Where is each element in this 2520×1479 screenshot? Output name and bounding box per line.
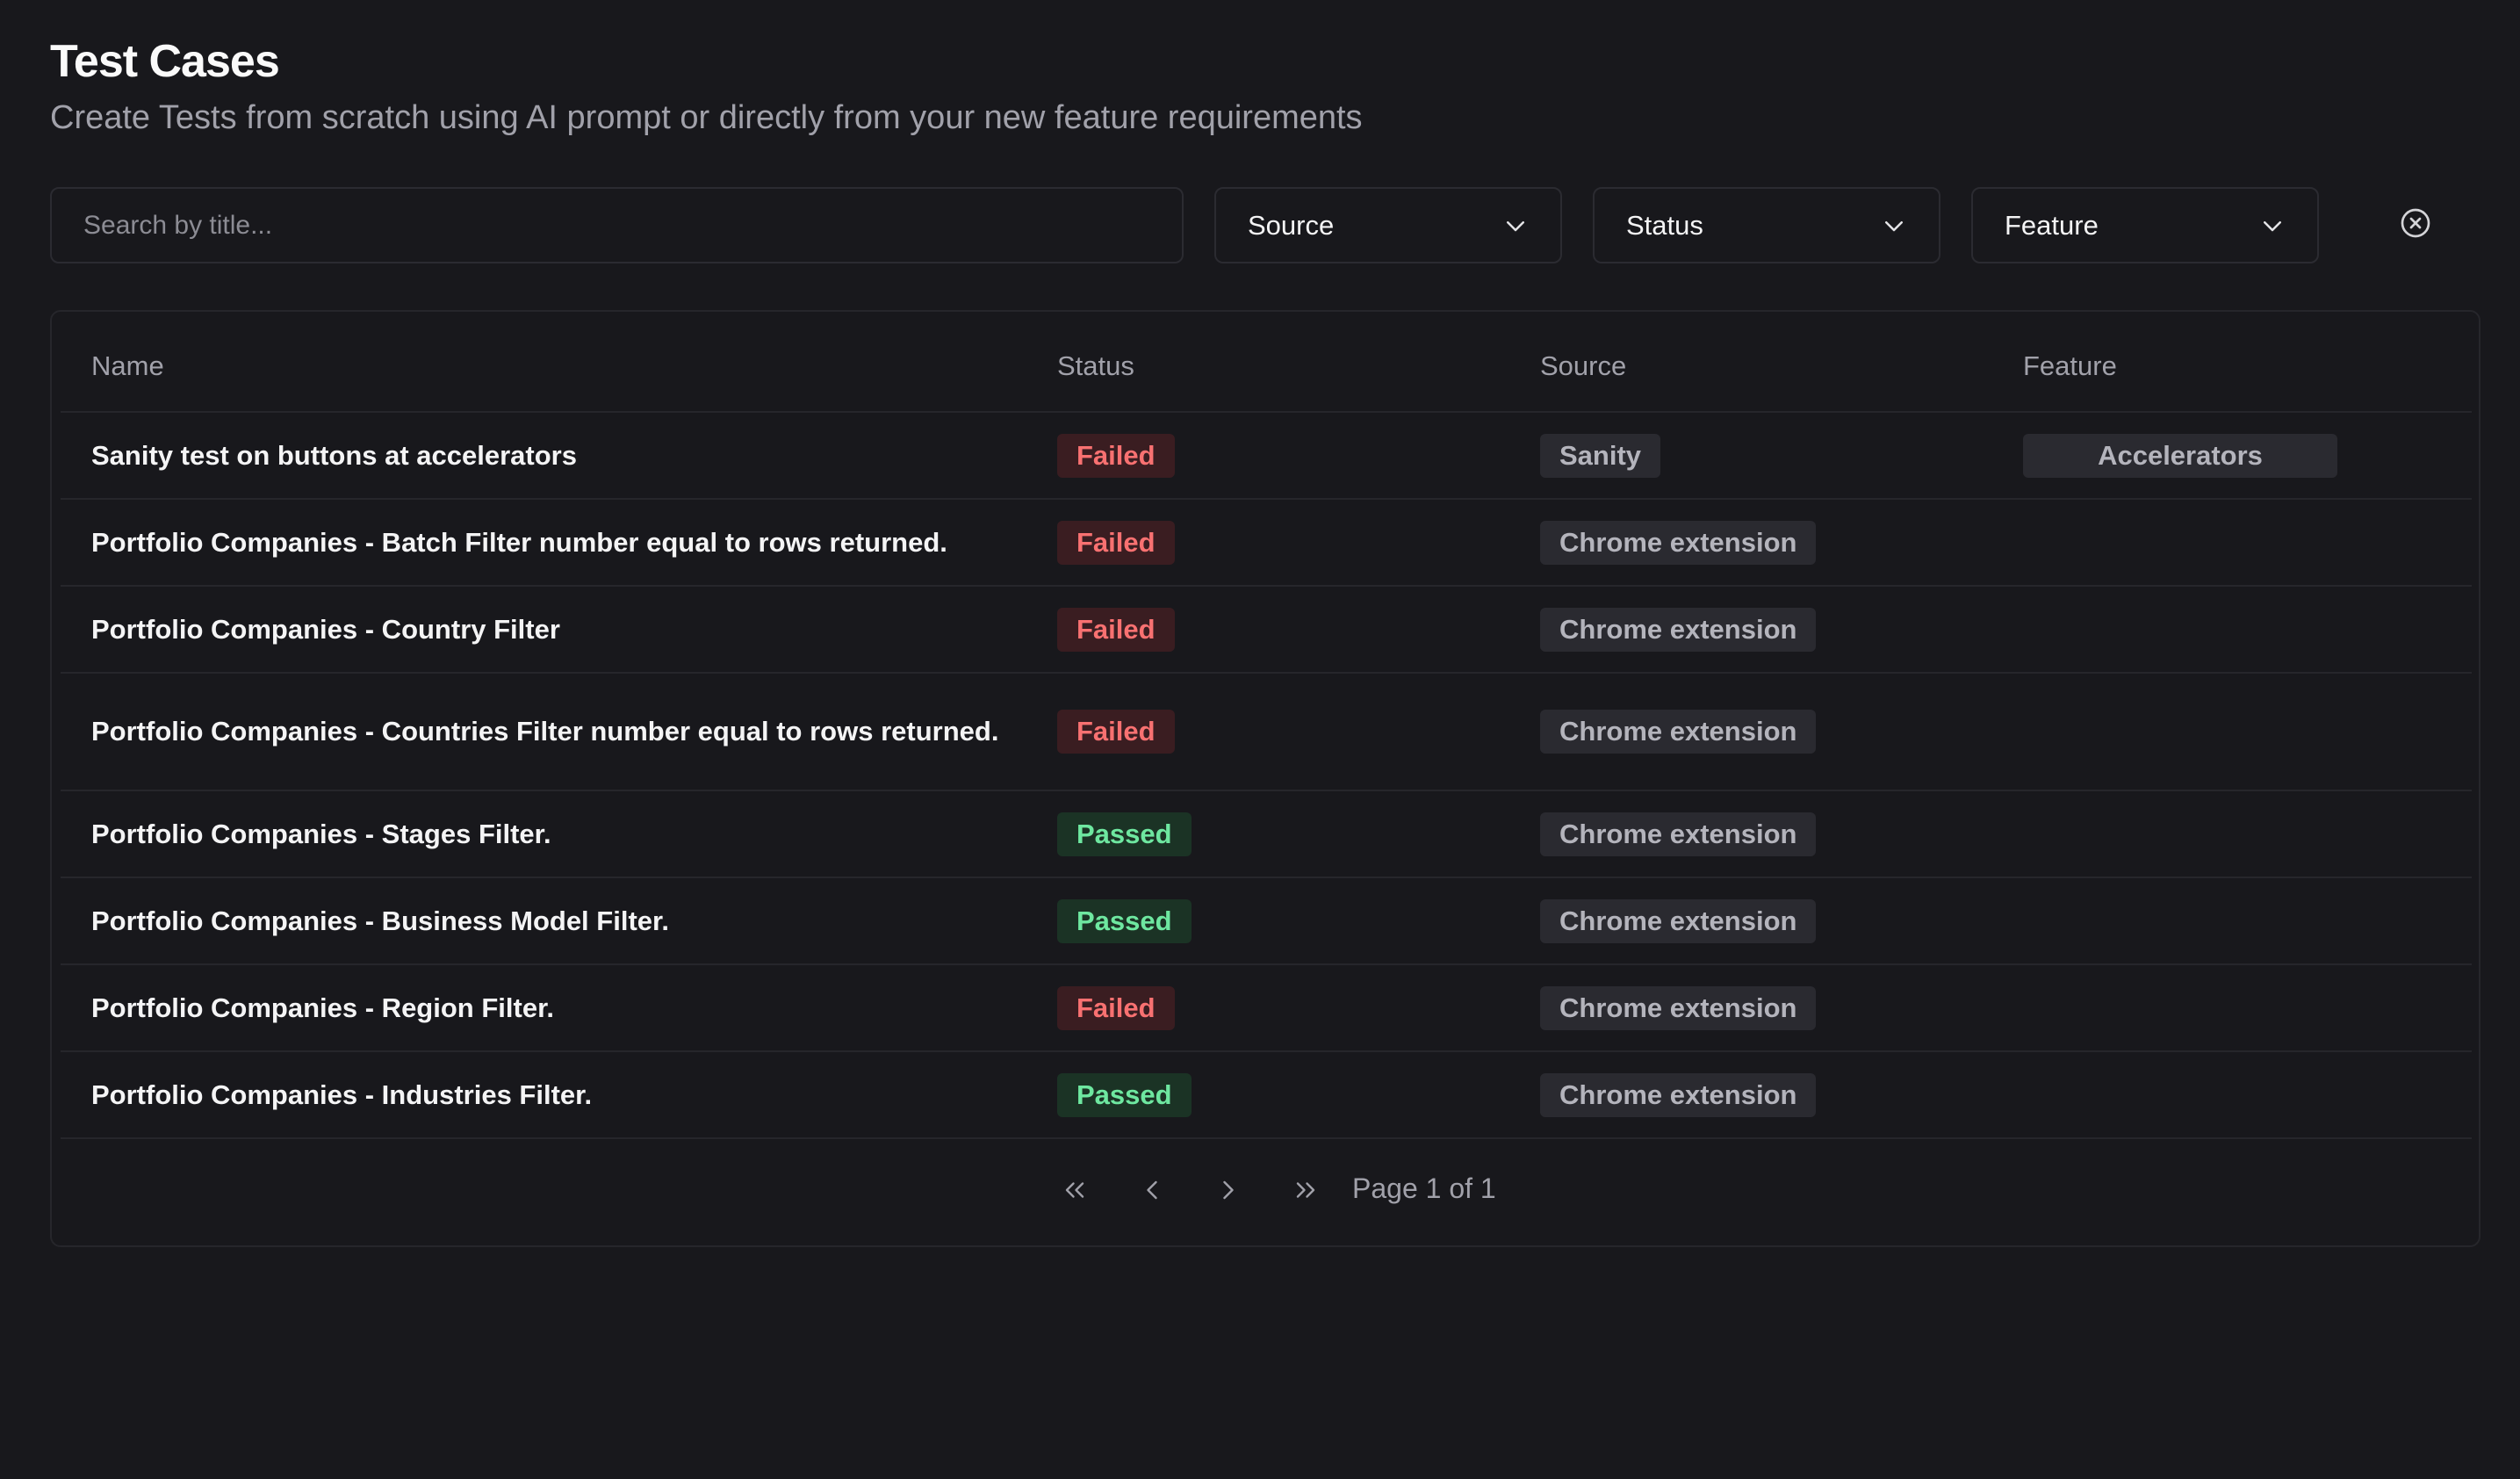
clear-filters-button[interactable] [2395, 203, 2436, 243]
test-cases-page: Test Cases Create Tests from scratch usi… [0, 0, 2520, 1479]
page-info: Page 1 of 1 [1352, 1172, 1496, 1204]
chevron-down-icon [2264, 220, 2281, 231]
chevrons-right-icon [1296, 1182, 1315, 1198]
status-badge: Failed [1057, 985, 1175, 1030]
source-filter-label: Source [1248, 209, 1335, 241]
table-row[interactable]: Portfolio Companies - Stages Filter. Pas… [61, 791, 2472, 878]
test-name: Portfolio Companies - Region Filter. [91, 992, 555, 1023]
column-header-status[interactable]: Status [1057, 350, 1134, 382]
last-page-button[interactable] [1286, 1171, 1325, 1209]
source-badge: Chrome extension [1540, 812, 1817, 856]
status-badge: Failed [1057, 520, 1175, 565]
test-cases-table: Name Status Source Feature Sanity test o… [50, 310, 2480, 1247]
source-badge: Chrome extension [1540, 520, 1817, 565]
table-row[interactable]: Portfolio Companies - Business Model Fil… [61, 878, 2472, 965]
test-name: Sanity test on buttons at accelerators [91, 439, 577, 471]
chevron-right-icon [1223, 1180, 1234, 1200]
status-badge: Failed [1057, 433, 1175, 478]
column-header-name[interactable]: Name [91, 350, 164, 382]
chevrons-left-icon [1065, 1182, 1084, 1198]
status-badge: Passed [1057, 898, 1192, 943]
source-badge: Chrome extension [1540, 607, 1817, 652]
feature-filter-label: Feature [2005, 209, 2099, 241]
status-filter-select[interactable]: Status [1593, 187, 1940, 263]
chevron-left-icon [1147, 1180, 1157, 1200]
feature-filter-select[interactable]: Feature [1971, 187, 2319, 263]
table-row[interactable]: Sanity test on buttons at accelerators F… [61, 413, 2472, 500]
source-badge: Chrome extension [1540, 1072, 1817, 1117]
test-name: Portfolio Companies - Business Model Fil… [91, 905, 669, 936]
first-page-button[interactable] [1055, 1171, 1094, 1209]
status-badge: Passed [1057, 1072, 1192, 1117]
status-badge: Failed [1057, 710, 1175, 754]
table-row[interactable]: Portfolio Companies - Batch Filter numbe… [61, 500, 2472, 587]
test-name: Portfolio Companies - Industries Filter. [91, 1079, 593, 1110]
next-page-button[interactable] [1209, 1171, 1248, 1209]
pagination: Page 1 of 1 [52, 1155, 2479, 1225]
search-input[interactable] [50, 187, 1184, 263]
feature-badge: Accelerators [2023, 433, 2337, 478]
column-header-source[interactable]: Source [1540, 350, 1626, 382]
previous-page-button[interactable] [1133, 1171, 1171, 1209]
test-name: Portfolio Companies - Countries Filter n… [91, 716, 999, 747]
table-row[interactable]: Portfolio Companies - Industries Filter.… [61, 1052, 2472, 1139]
table-row[interactable]: Portfolio Companies - Country Filter Fai… [61, 587, 2472, 674]
table-row[interactable]: Portfolio Companies - Region Filter. Fai… [61, 965, 2472, 1052]
chevron-down-icon [1507, 220, 1524, 231]
source-badge: Sanity [1540, 433, 1661, 478]
column-header-feature[interactable]: Feature [2023, 350, 2117, 382]
test-name: Portfolio Companies - Batch Filter numbe… [91, 526, 947, 558]
table-header: Name Status Source Feature [61, 312, 2472, 413]
table-row[interactable]: Portfolio Companies - Countries Filter n… [61, 674, 2472, 791]
page-title: Test Cases [50, 36, 280, 87]
chevron-down-icon [1885, 220, 1903, 231]
test-name: Portfolio Companies - Stages Filter. [91, 818, 551, 849]
page-subtitle: Create Tests from scratch using AI promp… [50, 99, 1363, 136]
source-badge: Chrome extension [1540, 898, 1817, 943]
source-badge: Chrome extension [1540, 985, 1817, 1030]
source-badge: Chrome extension [1540, 710, 1817, 754]
test-name: Portfolio Companies - Country Filter [91, 613, 560, 645]
source-filter-select[interactable]: Source [1214, 187, 1562, 263]
status-badge: Passed [1057, 812, 1192, 856]
circle-x-icon [2401, 208, 2430, 238]
status-filter-label: Status [1626, 209, 1703, 241]
status-badge: Failed [1057, 607, 1175, 652]
